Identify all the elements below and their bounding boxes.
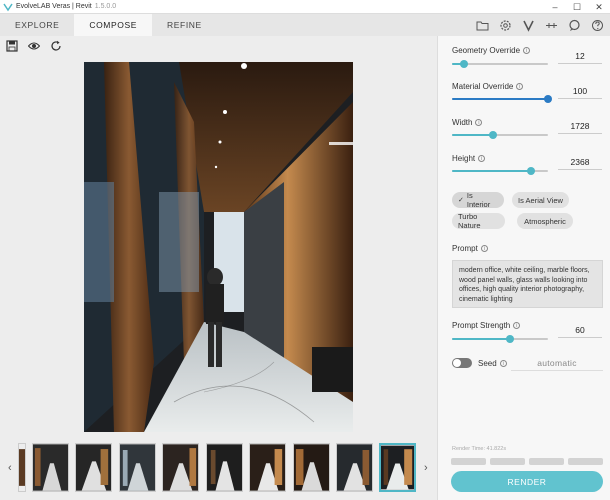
thumbnail[interactable] — [119, 443, 156, 492]
material-override-label: Material Override i — [452, 82, 524, 91]
geometry-override-input[interactable]: 12 — [558, 48, 602, 64]
minimize-button[interactable]: – — [544, 0, 566, 14]
thumbnail[interactable] — [32, 443, 69, 492]
chip-is-aerial-view[interactable]: Is Aerial View — [512, 192, 569, 208]
width-input[interactable]: 1728 — [558, 118, 602, 134]
width-slider[interactable] — [452, 129, 548, 141]
main-canvas: ‹ › — [0, 36, 437, 500]
info-icon[interactable]: i — [499, 360, 507, 367]
thumbnail[interactable] — [206, 443, 243, 492]
settings-icon[interactable] — [499, 19, 512, 32]
tab-bar: EXPLORE COMPOSE REFINE — [0, 14, 610, 36]
chat-icon[interactable] — [568, 19, 581, 32]
network-icon[interactable] — [545, 19, 558, 32]
info-icon[interactable]: i — [513, 322, 521, 329]
prompt-strength-label: Prompt Strength i — [452, 321, 521, 330]
rendered-image — [84, 62, 353, 432]
geometry-override-label: Geometry Override i — [452, 46, 531, 55]
close-button[interactable]: ✕ — [588, 0, 610, 14]
info-icon[interactable]: i — [475, 119, 483, 126]
thumbnail-partial[interactable] — [18, 443, 26, 492]
material-override-input[interactable]: 100 — [558, 83, 602, 99]
height-slider[interactable] — [452, 165, 548, 177]
chip-turbo-nature[interactable]: Turbo Nature — [452, 212, 505, 230]
info-icon[interactable]: i — [523, 47, 531, 54]
width-label: Width i — [452, 118, 483, 127]
settings-panel: Geometry Override i 12 Material Override i… — [437, 36, 610, 500]
thumbnail-selected[interactable] — [379, 443, 416, 492]
prompt-strength-input[interactable]: 60 — [558, 322, 602, 338]
veras-logo-icon[interactable] — [522, 19, 535, 32]
render-button[interactable]: RENDER — [451, 471, 603, 492]
seed-input[interactable]: automatic — [511, 355, 603, 371]
thumbnail[interactable] — [75, 443, 112, 492]
eye-icon[interactable] — [28, 40, 40, 52]
prompt-textarea[interactable]: modern office, white ceiling, marble flo… — [452, 260, 603, 308]
check-icon: ✓ — [458, 197, 464, 204]
thumbnail[interactable] — [162, 443, 199, 492]
thumbnail-strip: ‹ › — [0, 440, 437, 492]
folder-icon[interactable] — [476, 19, 489, 32]
window-title: EvolveLAB Veras | Revit — [16, 3, 92, 10]
thumbnail[interactable] — [249, 443, 286, 492]
maximize-button[interactable]: ☐ — [566, 0, 588, 14]
save-icon[interactable] — [6, 40, 18, 52]
tab-explore[interactable]: EXPLORE — [0, 14, 74, 36]
seed-toggle[interactable] — [452, 358, 472, 368]
geometry-override-slider[interactable] — [452, 58, 548, 70]
help-icon[interactable] — [591, 19, 604, 32]
info-icon[interactable]: i — [516, 83, 524, 90]
toolbar — [476, 14, 604, 36]
tab-refine[interactable]: REFINE — [152, 14, 217, 36]
prompt-label: Prompt i — [452, 244, 488, 253]
height-input[interactable]: 2368 — [558, 154, 602, 170]
prompt-strength-slider[interactable] — [452, 333, 548, 345]
window-version: 1.5.0.0 — [94, 3, 117, 10]
canvas-tools — [6, 40, 62, 52]
thumbnail[interactable] — [293, 443, 330, 492]
material-override-slider[interactable] — [452, 93, 552, 105]
next-arrow[interactable]: › — [424, 462, 428, 474]
seed-label: Seed i — [478, 359, 507, 368]
info-icon[interactable]: i — [478, 155, 486, 162]
veras-logo-icon — [3, 3, 13, 11]
height-label: Height i — [452, 154, 486, 163]
prev-arrow[interactable]: ‹ — [8, 462, 12, 474]
chip-atmospheric[interactable]: Atmospheric — [517, 213, 573, 229]
thumbnail[interactable] — [336, 443, 373, 492]
progress-bar — [451, 458, 603, 465]
tab-compose[interactable]: COMPOSE — [74, 14, 153, 36]
render-time: Render Time: 41.822s — [452, 446, 507, 452]
title-bar: EvolveLAB Veras | Revit 1.5.0.0 – ☐ ✕ — [0, 0, 610, 14]
refresh-icon[interactable] — [50, 40, 62, 52]
window-controls: – ☐ ✕ — [544, 0, 610, 14]
info-icon[interactable]: i — [480, 245, 488, 252]
chip-is-interior[interactable]: ✓ Is Interior — [452, 191, 504, 209]
